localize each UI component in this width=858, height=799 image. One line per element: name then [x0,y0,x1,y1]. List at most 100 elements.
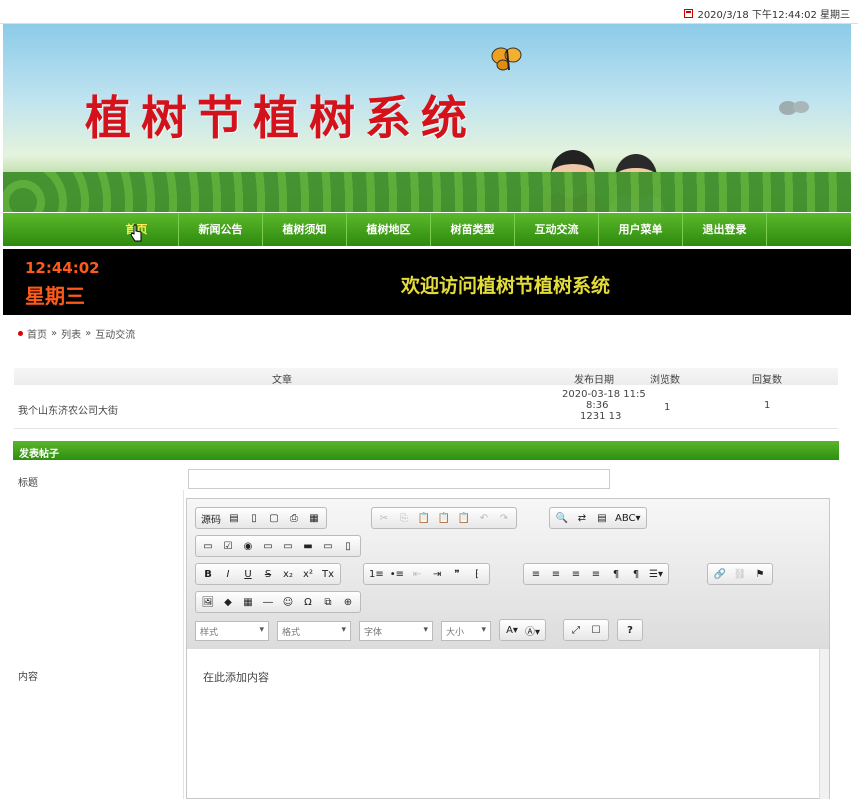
print-button[interactable]: ⎙ [285,509,303,527]
subscript-button[interactable]: x₂ [279,565,297,583]
nav-item-sapling-types[interactable]: 树苗类型 [431,213,515,246]
iframe-icon[interactable]: ⊕ [339,593,357,611]
copy-button[interactable]: ⎘ [395,509,413,527]
nav-item-logout[interactable]: 退出登录 [683,213,767,246]
table-icon[interactable]: ▦ [239,593,257,611]
size-dropdown[interactable]: 大小 [441,621,491,641]
smiley-icon[interactable]: ☺ [279,593,297,611]
italic-button[interactable]: I [219,565,237,583]
datetime-display: 2020/3/18 下午12:44:02 星期三 [684,6,850,21]
underline-button[interactable]: U [239,565,257,583]
format-dropdown[interactable]: 格式 [277,621,351,641]
editor-scrollbar[interactable] [819,649,829,799]
anchor-icon[interactable]: ⚑ [751,565,769,583]
toolbar-group-about: ? [617,619,643,641]
align-right-button[interactable]: ≡ [567,565,585,583]
textarea-icon[interactable]: ▭ [279,537,297,555]
align-center-button[interactable]: ≡ [547,565,565,583]
radio-icon[interactable]: ◉ [239,537,257,555]
breadcrumb-current: 互动交流 [95,330,136,341]
special-char-icon[interactable]: Ω [299,593,317,611]
toolbar-group-lists: 1≡ •≡ ⇤ ⇥ ❞ ⁅ [363,563,491,585]
breadcrumb-home[interactable]: 首页 [27,326,47,341]
rtl-button[interactable]: ¶ [627,565,645,583]
editor-content[interactable]: 在此添加内容 [203,669,269,685]
cut-button[interactable]: ✂ [375,509,393,527]
nav-item-user-menu[interactable]: 用户菜单 [599,213,683,246]
preview-button[interactable]: ▢ [265,509,283,527]
blockquote-button[interactable]: ❞ [448,565,466,583]
ltr-button[interactable]: ¶ [607,565,625,583]
calendar-icon [684,9,694,18]
source-button[interactable]: 源码 [199,509,223,527]
checkbox-icon[interactable]: ☑ [219,537,237,555]
nav-item-regions[interactable]: 植树地区 [347,213,431,246]
table-row[interactable]: 我个山东济农公司大街 2020-03-18 11:5 8:36 1231 13 … [14,385,838,429]
templates-button[interactable]: ▦ [305,509,323,527]
title-input[interactable] [188,469,610,489]
find-icon[interactable]: 🔍 [553,509,571,527]
datetime-text: 2020/3/18 下午12:44:02 星期三 [697,10,850,21]
indent-button[interactable]: ⇥ [428,565,446,583]
align-left-button[interactable]: ≡ [527,565,545,583]
post-date: 8:36 [586,400,609,411]
toolbar-group-forms: ▭ ☑ ◉ ▭ ▭ ▬ ▭ ▯ [195,535,361,557]
numbered-list-button[interactable]: 1≡ [367,565,386,583]
font-dropdown[interactable]: 字体 [359,621,433,641]
column-header-views: 浏览数 [650,375,680,386]
image-icon[interactable]: 🖼 [199,593,217,611]
bullet-list-button[interactable]: •≡ [388,565,406,583]
outdent-button[interactable]: ⇤ [408,565,426,583]
new-page-button[interactable]: ▯ [245,509,263,527]
save-button[interactable]: ▤ [225,509,243,527]
top-bar: 2020/3/18 下午12:44:02 星期三 [0,0,858,24]
breadcrumb-list[interactable]: 列表 [61,326,81,341]
styles-dropdown[interactable]: 样式 [195,621,269,641]
superscript-button[interactable]: x² [299,565,317,583]
redo-button[interactable]: ↷ [495,509,513,527]
help-icon[interactable]: ? [621,621,639,639]
nav-item-interaction[interactable]: 互动交流 [515,213,599,246]
button-field-icon[interactable]: ▭ [319,537,337,555]
strike-button[interactable]: S [259,565,277,583]
site-title: 植树节植树系统 [85,91,477,145]
page-break-icon[interactable]: ⧉ [319,593,337,611]
maximize-icon[interactable]: ⤢ [567,621,585,639]
toolbar-group-document: 源码 ▤ ▯ ▢ ⎙ ▦ [195,507,327,529]
form-icon[interactable]: ▭ [199,537,217,555]
textfield-icon[interactable]: ▭ [259,537,277,555]
horizontal-rule-icon[interactable]: ― [259,593,277,611]
select-field-icon[interactable]: ▬ [299,537,317,555]
link-icon[interactable]: 🔗 [711,565,729,583]
nav-item-guide[interactable]: 植树须知 [263,213,347,246]
flash-icon[interactable]: ◆ [219,593,237,611]
language-button[interactable]: ☰▾ [647,565,665,583]
editor-toolbar: 源码 ▤ ▯ ▢ ⎙ ▦ ✂ ⎘ 📋 📋 📋 ↶ ↷ 🔍 ⇄ ▤ ABC▾ ▭ … [187,499,829,649]
post-title[interactable]: 我个山东济农公司大街 [18,402,118,417]
column-header-title: 文章 [272,375,292,386]
spellcheck-button[interactable]: ABC▾ [613,509,643,527]
remove-format-button[interactable]: Tx [319,565,337,583]
toolbar-group-basic-styles: B I U S x₂ x² Tx [195,563,341,585]
paste-text-button[interactable]: 📋 [435,509,453,527]
unlink-icon[interactable]: ⛓ [731,565,749,583]
bg-color-button[interactable]: Ⓐ▾ [523,621,542,639]
undo-button[interactable]: ↶ [475,509,493,527]
content-label: 内容 [18,672,38,683]
select-all-button[interactable]: ▤ [593,509,611,527]
hidden-field-icon[interactable]: ▯ [339,537,357,555]
breadcrumb: 首页 » 列表 » 互动交流 [18,326,135,341]
div-container-button[interactable]: ⁅ [468,565,486,583]
title-label: 标题 [18,478,38,489]
column-header-replies: 回复数 [752,375,782,386]
post-views: 1 [664,402,671,413]
replace-icon[interactable]: ⇄ [573,509,591,527]
toolbar-group-links: 🔗 ⛓ ⚑ [707,563,773,585]
nav-item-news[interactable]: 新闻公告 [179,213,263,246]
paste-word-button[interactable]: 📋 [455,509,473,527]
text-color-button[interactable]: A▾ [503,621,521,639]
bold-button[interactable]: B [199,565,217,583]
justify-button[interactable]: ≡ [587,565,605,583]
show-blocks-icon[interactable]: ☐ [587,621,605,639]
paste-button[interactable]: 📋 [415,509,433,527]
